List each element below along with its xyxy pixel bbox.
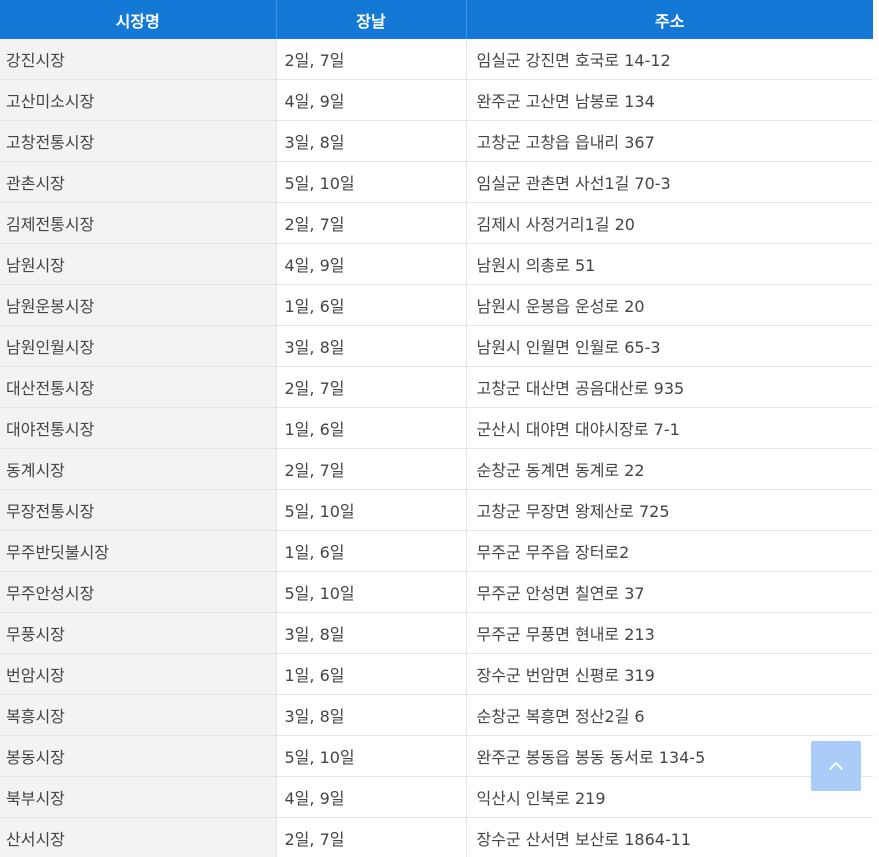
table-row: 김제전통시장 2일, 7일 김제시 사정거리1길 20	[0, 202, 873, 244]
table-row: 관촌시장 5일, 10일 임실군 관촌면 사선1길 70-3	[0, 161, 873, 203]
market-name-cell: 봉동시장	[0, 735, 277, 777]
market-days-cell: 4일, 9일	[276, 776, 467, 818]
market-name-cell: 대산전통시장	[0, 366, 277, 408]
table-row: 고산미소시장 4일, 9일 완주군 고산면 남봉로 134	[0, 79, 873, 121]
market-address-cell: 남원시 의총로 51	[466, 243, 873, 285]
market-days-cell: 2일, 7일	[276, 817, 467, 857]
market-days-cell: 3일, 8일	[276, 612, 467, 654]
market-days-cell: 2일, 7일	[276, 448, 467, 490]
market-name-cell: 관촌시장	[0, 161, 277, 203]
market-name-cell: 남원인월시장	[0, 325, 277, 367]
market-address-cell: 순창군 복흥면 정산2길 6	[466, 694, 873, 736]
market-days-cell: 5일, 10일	[276, 735, 467, 777]
header-row: 시장명 장날 주소	[0, 0, 873, 39]
table-row: 고창전통시장 3일, 8일 고창군 고창읍 읍내리 367	[0, 120, 873, 162]
table-row: 봉동시장 5일, 10일 완주군 봉동읍 봉동 동서로 134-5	[0, 735, 873, 777]
table-row: 동계시장 2일, 7일 순창군 동계면 동계로 22	[0, 448, 873, 490]
market-name-cell: 무주반딧불시장	[0, 530, 277, 572]
table-row: 남원인월시장 3일, 8일 남원시 인월면 인월로 65-3	[0, 325, 873, 367]
header-market-days: 장날	[276, 0, 467, 39]
market-address-cell: 고창군 고창읍 읍내리 367	[466, 120, 873, 162]
header-address: 주소	[466, 0, 873, 39]
table-row: 무장전통시장 5일, 10일 고창군 무장면 왕제산로 725	[0, 489, 873, 531]
market-name-cell: 동계시장	[0, 448, 277, 490]
market-name-cell: 남원시장	[0, 243, 277, 285]
market-address-cell: 완주군 고산면 남봉로 134	[466, 79, 873, 121]
page: 시장명 장날 주소 강진시장 2일, 7일 임실군 강진면 호국로 14-12 고산미…	[0, 0, 879, 857]
market-name-cell: 복흥시장	[0, 694, 277, 736]
table-body: 강진시장 2일, 7일 임실군 강진면 호국로 14-12 고산미소시장 4일, 9일 완…	[0, 39, 873, 857]
market-address-cell: 임실군 관촌면 사선1길 70-3	[466, 161, 873, 203]
market-days-cell: 3일, 8일	[276, 120, 467, 162]
table-row: 무주반딧불시장 1일, 6일 무주군 무주읍 장터로2	[0, 530, 873, 572]
market-address-cell: 무주군 안성면 칠연로 37	[466, 571, 873, 613]
table-row: 대야전통시장 1일, 6일 군산시 대야면 대야시장로 7-1	[0, 407, 873, 449]
market-name-cell: 무장전통시장	[0, 489, 277, 531]
market-days-cell: 3일, 8일	[276, 694, 467, 736]
market-name-cell: 북부시장	[0, 776, 277, 818]
market-address-cell: 무주군 무풍면 현내로 213	[466, 612, 873, 654]
header-market-name: 시장명	[0, 0, 277, 39]
market-name-cell: 대야전통시장	[0, 407, 277, 449]
market-name-cell: 무주안성시장	[0, 571, 277, 613]
market-name-cell: 고창전통시장	[0, 120, 277, 162]
market-name-cell: 김제전통시장	[0, 202, 277, 244]
table-row: 복흥시장 3일, 8일 순창군 복흥면 정산2길 6	[0, 694, 873, 736]
market-address-cell: 장수군 번암면 신평로 319	[466, 653, 873, 695]
market-days-cell: 5일, 10일	[276, 161, 467, 203]
market-address-cell: 김제시 사정거리1길 20	[466, 202, 873, 244]
market-days-cell: 5일, 10일	[276, 571, 467, 613]
market-name-cell: 남원운봉시장	[0, 284, 277, 326]
table-row: 남원시장 4일, 9일 남원시 의총로 51	[0, 243, 873, 285]
market-address-cell: 장수군 산서면 보산로 1864-11	[466, 817, 873, 857]
market-name-cell: 고산미소시장	[0, 79, 277, 121]
market-days-cell: 4일, 9일	[276, 243, 467, 285]
market-name-cell: 번암시장	[0, 653, 277, 695]
market-days-cell: 2일, 7일	[276, 202, 467, 244]
market-days-cell: 1일, 6일	[276, 407, 467, 449]
market-address-cell: 임실군 강진면 호국로 14-12	[466, 39, 873, 80]
table-row: 산서시장 2일, 7일 장수군 산서면 보산로 1864-11	[0, 817, 873, 857]
table-header: 시장명 장날 주소	[0, 0, 873, 39]
market-table: 시장명 장날 주소 강진시장 2일, 7일 임실군 강진면 호국로 14-12 고산미…	[0, 0, 873, 857]
market-days-cell: 4일, 9일	[276, 79, 467, 121]
table-row: 무풍시장 3일, 8일 무주군 무풍면 현내로 213	[0, 612, 873, 654]
market-address-cell: 남원시 인월면 인월로 65-3	[466, 325, 873, 367]
market-days-cell: 2일, 7일	[276, 366, 467, 408]
table-row: 북부시장 4일, 9일 익산시 인북로 219	[0, 776, 873, 818]
scroll-to-top-button[interactable]	[811, 741, 861, 791]
market-address-cell: 군산시 대야면 대야시장로 7-1	[466, 407, 873, 449]
market-name-cell: 강진시장	[0, 39, 277, 80]
table-row: 남원운봉시장 1일, 6일 남원시 운봉읍 운성로 20	[0, 284, 873, 326]
market-address-cell: 남원시 운봉읍 운성로 20	[466, 284, 873, 326]
table-row: 강진시장 2일, 7일 임실군 강진면 호국로 14-12	[0, 39, 873, 80]
market-name-cell: 산서시장	[0, 817, 277, 857]
market-days-cell: 1일, 6일	[276, 284, 467, 326]
market-address-cell: 순창군 동계면 동계로 22	[466, 448, 873, 490]
table-row: 무주안성시장 5일, 10일 무주군 안성면 칠연로 37	[0, 571, 873, 613]
table-row: 대산전통시장 2일, 7일 고창군 대산면 공음대산로 935	[0, 366, 873, 408]
market-address-cell: 고창군 무장면 왕제산로 725	[466, 489, 873, 531]
market-days-cell: 3일, 8일	[276, 325, 467, 367]
market-days-cell: 2일, 7일	[276, 39, 467, 80]
chevron-up-icon	[829, 762, 843, 770]
market-days-cell: 1일, 6일	[276, 653, 467, 695]
market-name-cell: 무풍시장	[0, 612, 277, 654]
market-days-cell: 1일, 6일	[276, 530, 467, 572]
market-days-cell: 5일, 10일	[276, 489, 467, 531]
market-address-cell: 무주군 무주읍 장터로2	[466, 530, 873, 572]
table-row: 번암시장 1일, 6일 장수군 번암면 신평로 319	[0, 653, 873, 695]
market-address-cell: 고창군 대산면 공음대산로 935	[466, 366, 873, 408]
